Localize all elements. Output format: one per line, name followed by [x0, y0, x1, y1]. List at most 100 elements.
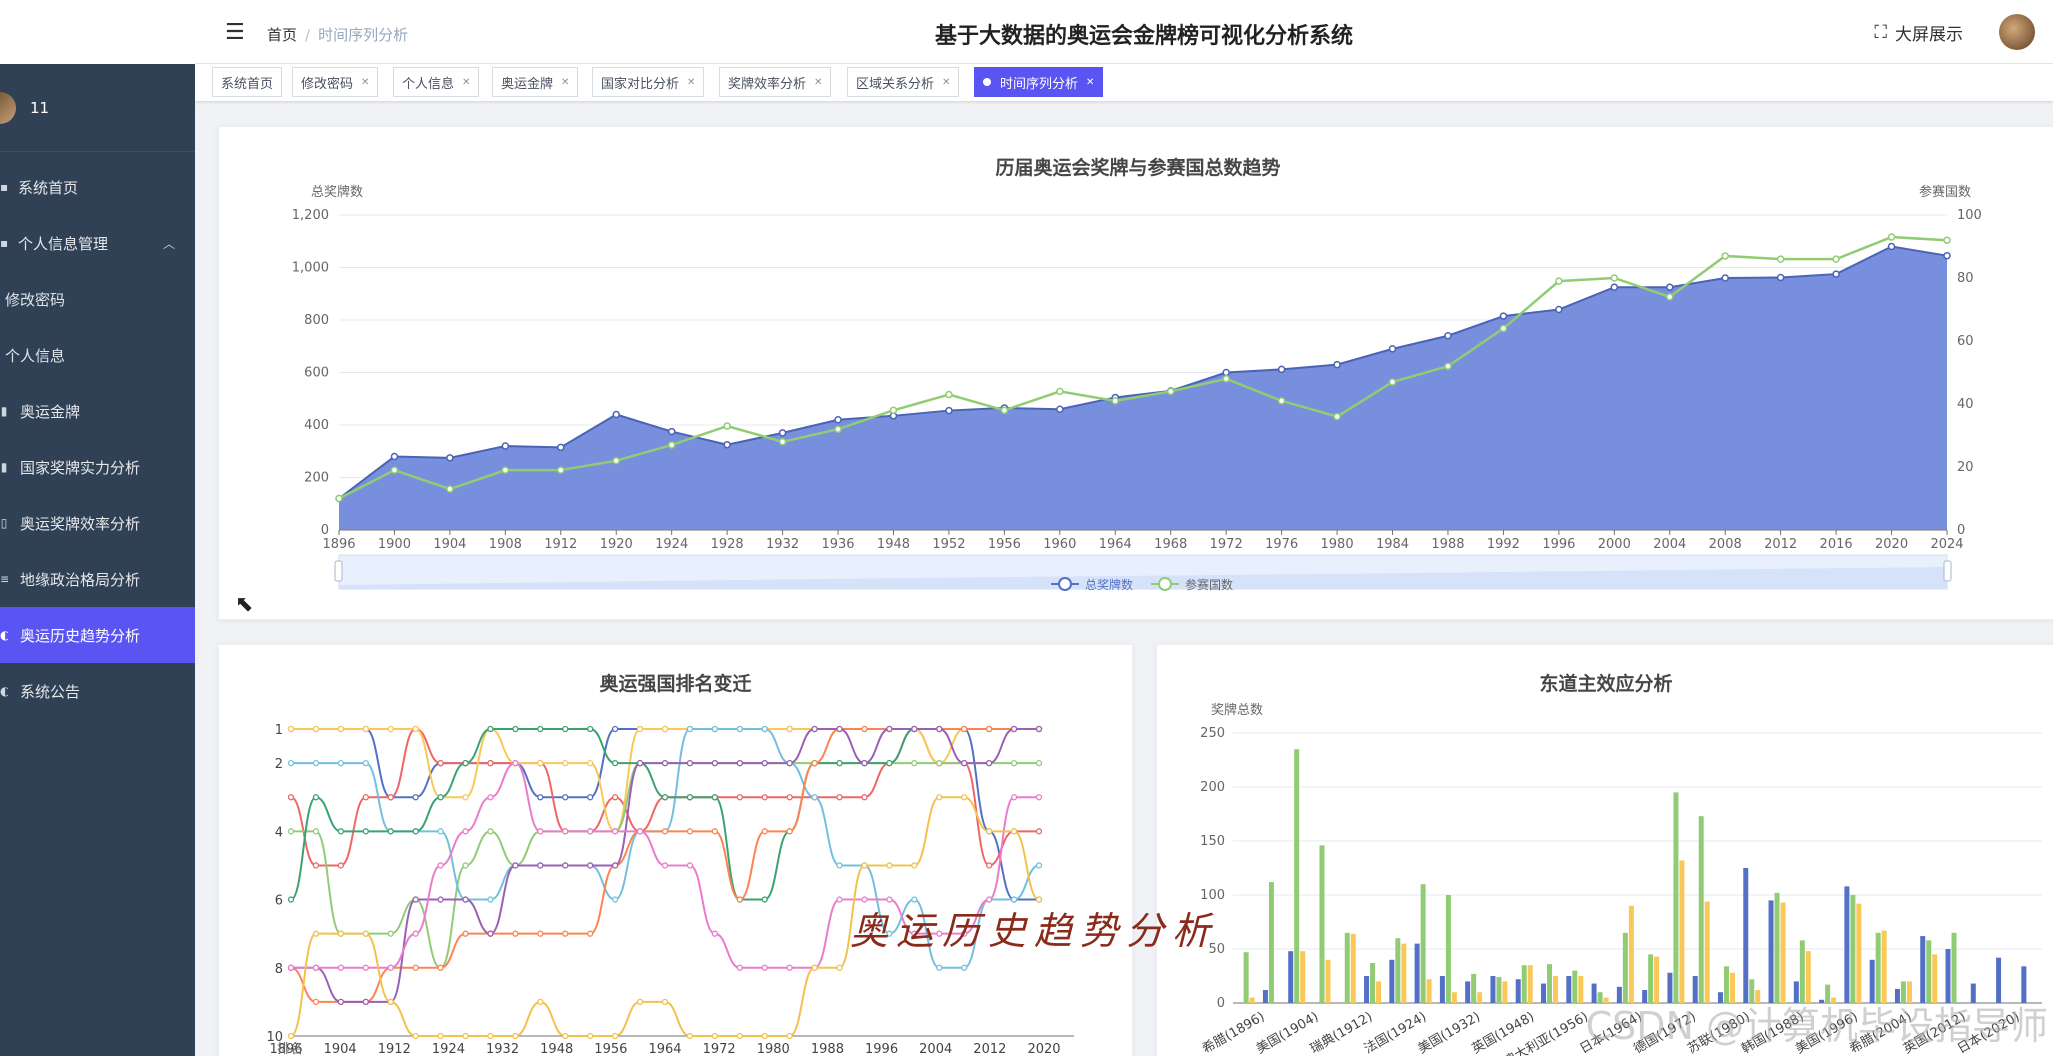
rank-point [961, 964, 968, 971]
rank-point [936, 964, 943, 971]
medal-point [834, 416, 842, 424]
sidebar-item-change-password[interactable]: 修改密码 [0, 271, 195, 327]
rank-point [437, 964, 444, 971]
rank-point [412, 794, 419, 801]
bar [1698, 816, 1704, 1003]
rank-point [836, 862, 843, 869]
nations-point [1388, 378, 1397, 386]
tag-label: 奖牌效率分析 [728, 76, 807, 92]
ranking-chart: 1246810 1896 1904 1912 1924 1932 1948 1956 1964… [266, 723, 1074, 1056]
x-tick-label: 1932 [766, 537, 799, 552]
close-icon[interactable]: ✕ [942, 77, 950, 88]
medal-point [390, 452, 399, 461]
sidebar-item-country-strength[interactable]: ▮ 国家奖牌实力分析 [0, 439, 195, 495]
close-icon[interactable]: ✕ [561, 77, 569, 88]
rank-point [537, 794, 544, 801]
tag-change-password[interactable]: 修改密码 ✕ [292, 67, 379, 97]
close-icon[interactable]: ✕ [462, 77, 470, 88]
sidebar-user[interactable]: 11 [0, 64, 195, 152]
nations-point [834, 425, 842, 433]
x-tick-label: 1964 [1099, 537, 1132, 552]
close-icon[interactable]: ✕ [814, 77, 822, 88]
medal-point [1943, 251, 1951, 260]
rank-point [312, 930, 320, 937]
sidebar-item-history-trend[interactable]: ◐ 奥运历史趋势分析 [0, 607, 195, 663]
x-tick-label: 1964 [648, 1042, 681, 1056]
rank-point [786, 828, 793, 835]
rank-point [786, 1032, 793, 1040]
rank-point [686, 725, 694, 733]
close-icon[interactable]: ✕ [687, 77, 695, 88]
close-icon[interactable]: ✕ [361, 77, 369, 88]
rank-point [362, 794, 369, 801]
rank-point [1035, 794, 1043, 801]
rank-point [587, 725, 594, 733]
overlay-caption: 奥运历史趋势分析 [850, 909, 1219, 953]
bar [1414, 943, 1420, 1003]
tag-personal-info[interactable]: 个人信息 ✕ [393, 67, 480, 97]
rank-point [886, 759, 893, 767]
legend-participating-nations[interactable]: 参赛国数 [1151, 577, 1233, 592]
rank-point [711, 930, 719, 937]
rank-point [836, 794, 843, 801]
bigscreen-button[interactable]: ⛶ 大屏展示 [1874, 20, 1963, 45]
sidebar-item-medal-efficiency[interactable]: ▯ 奥运奖牌效率分析 [0, 495, 195, 551]
sidebar-item-olympic-gold[interactable]: ▮ 奥运金牌 [0, 383, 195, 439]
datazoom-handle-left[interactable] [334, 560, 343, 582]
bar [1420, 884, 1426, 1003]
rank-point [312, 794, 320, 801]
y-left-tick-label: 800 [304, 313, 329, 328]
legend-total-medals[interactable]: 总奖牌数 [1051, 577, 1133, 592]
sidebar-item-label: 地缘政治格局分析 [20, 570, 141, 589]
tag-olympic-gold[interactable]: 奥运金牌 ✕ [492, 67, 579, 97]
rank-point [337, 862, 345, 869]
rank-point [961, 794, 968, 801]
tag-region-relation[interactable]: 区域关系分析 ✕ [847, 67, 960, 97]
rank-point [636, 725, 644, 733]
x-tick-label: 2012 [1764, 537, 1797, 552]
y-tick-label: 0 [1217, 996, 1225, 1011]
rank-tick-label: 8 [275, 962, 283, 977]
rank-point [287, 896, 295, 903]
user-avatar[interactable] [1999, 14, 2035, 50]
bar [1799, 940, 1805, 1003]
rank-point [537, 998, 544, 1006]
rank-point [985, 725, 993, 733]
y-left-tick-label: 600 [304, 366, 329, 381]
bar [1856, 903, 1862, 1003]
tag-medal-efficiency[interactable]: 奖牌效率分析 ✕ [719, 67, 832, 97]
rank-point [537, 930, 544, 937]
bar [1465, 981, 1471, 1003]
rank-point [611, 725, 619, 733]
bell-icon: ◐ [0, 684, 8, 698]
sidebar-item-personal-info-management[interactable]: ▪ 个人信息管理 ︿ [0, 215, 195, 271]
bar [1774, 892, 1780, 1003]
bar [1566, 976, 1572, 1003]
close-icon[interactable]: ✕ [1086, 77, 1094, 88]
rank-point [387, 930, 394, 937]
rank-point [1035, 759, 1043, 767]
sidebar-item-announcements[interactable]: ◐ 系统公告 [0, 663, 195, 719]
tag-time-series[interactable]: 时间序列分析 ✕ [974, 67, 1104, 97]
rank-point [985, 759, 993, 767]
bar [1704, 901, 1710, 1003]
rank-point [711, 759, 719, 767]
nations-point [1499, 324, 1508, 333]
bar [1477, 992, 1483, 1003]
nations-point [1056, 387, 1064, 396]
medal-point [1666, 283, 1674, 291]
x-tick-label: 2016 [1820, 537, 1853, 552]
page-title: 基于大数据的奥运会金牌榜可视化分析系统 [934, 24, 1353, 49]
y-axis-label: 排名 [277, 1041, 303, 1056]
y-right-tick-label: 80 [1957, 271, 1974, 286]
rank-point [1010, 828, 1018, 835]
sidebar-item-geopolitics[interactable]: ≡ 地缘政治格局分析 [0, 551, 195, 607]
tag-country-compare[interactable]: 国家对比分析 ✕ [592, 67, 705, 97]
list-icon: ≡ [0, 572, 8, 586]
tag-home[interactable]: 系统首页 [212, 67, 283, 97]
rank-point [836, 725, 843, 733]
sidebar-item-personal-info[interactable]: 个人信息 [0, 327, 195, 383]
rank-point [736, 725, 743, 733]
datazoom-handle-right[interactable] [1943, 560, 1952, 582]
sidebar-item-home[interactable]: ▪ 系统首页 [0, 159, 195, 215]
